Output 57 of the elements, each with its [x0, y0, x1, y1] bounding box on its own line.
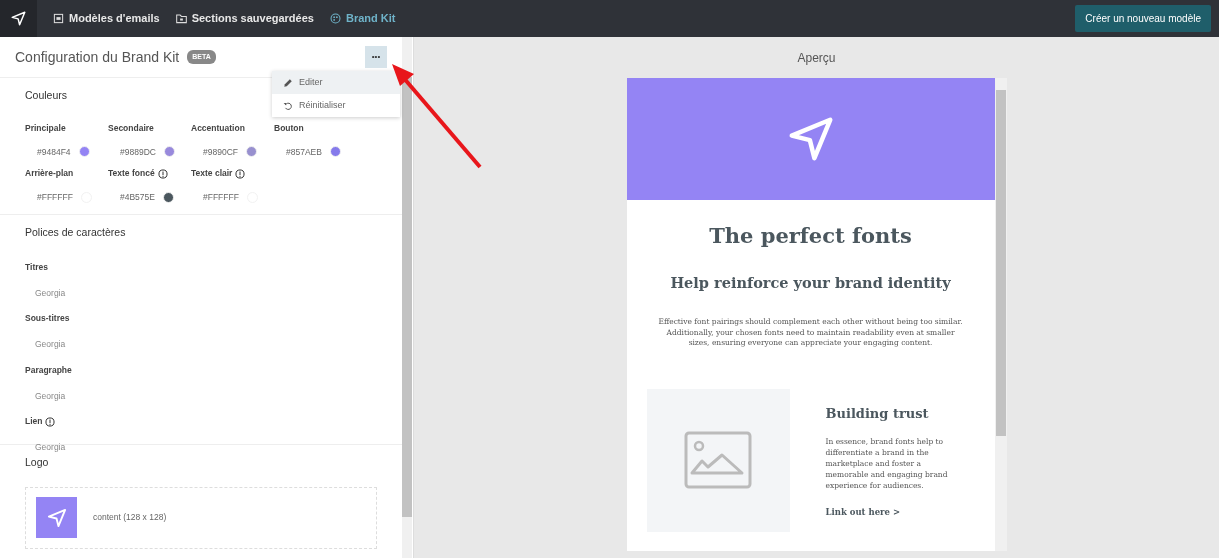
nav-tab[interactable]: Modèles d'emails: [45, 0, 168, 37]
color-value: #857AEB: [286, 145, 322, 159]
scrollbar[interactable]: [402, 37, 412, 558]
color-value: #9889DC: [120, 145, 156, 159]
color-value: #9484F4: [37, 145, 71, 159]
color-value: #4B575E: [120, 191, 155, 204]
color-label: Arrière-plan: [25, 167, 74, 180]
email-subheading: Help reinforce your brand identity: [669, 272, 952, 293]
color-swatch[interactable]: [78, 146, 90, 158]
section-heading: Logo: [25, 455, 50, 470]
info-icon: [45, 416, 56, 427]
logo-dropzone[interactable]: content (128 x 128): [25, 486, 377, 549]
logo-icon: [10, 10, 27, 27]
info-icon: [157, 168, 168, 179]
color-value: #9890CF: [203, 145, 238, 159]
menu-item[interactable]: Réinitialiser: [272, 94, 400, 117]
font-value: Georgia: [34, 389, 67, 403]
font-value: Georgia: [34, 338, 67, 351]
color-label: Principale: [25, 121, 66, 135]
preview-title: Aperçu: [797, 49, 836, 67]
font-value: Georgia: [34, 286, 67, 300]
card-link[interactable]: Link out here >: [825, 505, 966, 519]
card-title: Building trust: [825, 404, 930, 423]
color-label: Accentuation: [191, 121, 245, 135]
color-label: Texte clair: [191, 167, 233, 180]
logo-caption: content (128 x 128): [93, 511, 167, 525]
menu-item[interactable]: Editer: [272, 71, 400, 94]
template-icon: [53, 13, 64, 24]
font-label: Sous-titres: [25, 312, 70, 325]
color-value: #FFFFFF: [203, 191, 239, 204]
font-label: Titres: [25, 260, 48, 274]
color-label: Texte foncé: [108, 167, 155, 180]
nav-tab[interactable]: Brand Kit: [321, 0, 404, 37]
nav-tab[interactable]: Sections sauvegardées: [167, 0, 322, 37]
info-icon: [235, 168, 246, 179]
color-swatch[interactable]: [163, 146, 175, 158]
section-heading: Couleurs: [25, 88, 69, 103]
section-heading: Polices de caractères: [25, 225, 127, 240]
pencil-icon: [283, 77, 293, 88]
color-swatch[interactable]: [245, 146, 257, 158]
color-value: #FFFFFF: [37, 191, 73, 204]
palette-icon: [329, 13, 341, 24]
image-icon: [684, 431, 752, 490]
font-label: Paragraphe: [25, 363, 72, 377]
font-value: Georgia: [34, 441, 67, 454]
email-heading: The perfect fonts: [708, 222, 913, 250]
panel-title: Configuration du Brand Kit: [15, 47, 180, 67]
folder-icon: [175, 13, 187, 24]
undo-icon: [283, 100, 293, 111]
font-label: Lien: [25, 415, 43, 428]
create-template-button[interactable]: Créer un nouveau modèle: [1075, 5, 1211, 32]
color-label: Secondaire: [108, 121, 154, 135]
color-swatch[interactable]: [329, 146, 341, 158]
logo-icon: [45, 506, 68, 529]
more-button[interactable]: •••: [365, 46, 387, 68]
color-swatch[interactable]: [163, 191, 174, 203]
color-label: Bouton: [274, 121, 304, 135]
